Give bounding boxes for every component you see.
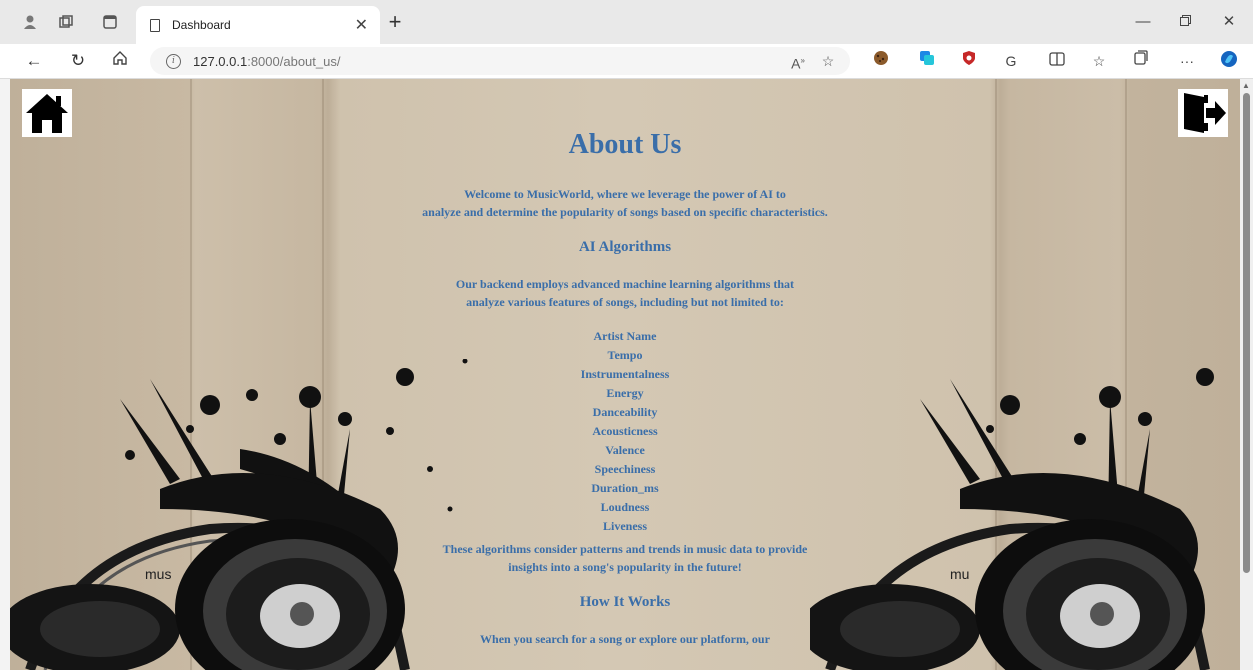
cookie-extension-icon[interactable] — [870, 50, 892, 72]
music-watermark-left: mus — [145, 566, 171, 582]
algorithms-line: Our backend employs advanced machine lea… — [455, 277, 795, 291]
url-text: 127.0.0.1:8000/about_us/ — [193, 53, 341, 69]
home-button[interactable] — [22, 89, 72, 137]
tab-title: Dashboard — [172, 18, 231, 32]
minimize-button[interactable]: — — [1120, 10, 1166, 34]
about-content: About Us Welcome to MusicWorld, where we… — [250, 129, 1000, 664]
more-menu-icon[interactable]: ··· — [1176, 50, 1198, 72]
feature-item: Liveness — [602, 519, 647, 533]
home-icon — [26, 94, 68, 133]
shield-extension-icon[interactable] — [958, 50, 980, 72]
feature-item: Danceability — [592, 405, 658, 419]
how-text: When you search for a song or explore ou… — [480, 632, 770, 646]
address-bar[interactable]: i 127.0.0.1:8000/about_us/ A» ☆ — [150, 47, 850, 75]
feature-item: Duration_ms — [591, 481, 659, 495]
browser-tab-bar: Dashboard ✕ + — ✕ — [0, 0, 1253, 44]
profile-icon[interactable] — [20, 12, 40, 32]
workspaces-icon[interactable] — [56, 12, 76, 32]
close-tab-icon[interactable]: ✕ — [355, 15, 368, 35]
feature-item: Instrumentalness — [580, 367, 670, 381]
scrollbar-thumb[interactable] — [1243, 93, 1250, 573]
collections-icon[interactable] — [1130, 50, 1152, 72]
split-screen-icon[interactable] — [1046, 50, 1068, 72]
page-viewport: mus mu About Us Welcome to MusicWorld, w… — [10, 79, 1240, 670]
patterns-text: These algorithms consider patterns and t… — [250, 540, 1000, 576]
intro-line: Welcome to MusicWorld, where we leverage… — [464, 187, 786, 201]
algorithms-line: analyze various features of songs, inclu… — [466, 295, 784, 309]
site-info-icon[interactable]: i — [166, 53, 181, 69]
scroll-up-arrow-icon[interactable]: ▲ — [1242, 81, 1250, 90]
feature-item: Acousticness — [592, 424, 658, 438]
how-heading: How It Works — [579, 594, 671, 610]
intro-line: analyze and determine the popularity of … — [422, 205, 828, 219]
new-tab-button[interactable]: + — [384, 11, 406, 34]
page-icon — [150, 18, 160, 32]
algorithms-text: Our backend employs advanced machine lea… — [250, 275, 1000, 311]
feature-item: Energy — [606, 386, 644, 400]
read-aloud-icon[interactable]: A» — [786, 47, 810, 75]
feature-item: Speechiness — [594, 462, 656, 476]
page-scrollbar[interactable]: ▲ — [1240, 79, 1253, 670]
back-button[interactable]: ← — [22, 49, 46, 73]
feature-item: Artist Name — [593, 329, 657, 343]
favorite-star-icon[interactable]: ☆ — [816, 47, 840, 75]
tab-actions-icon[interactable] — [100, 12, 120, 32]
copilot-icon[interactable] — [1218, 50, 1240, 72]
page-title: About Us — [568, 129, 682, 160]
feature-item: Loudness — [600, 500, 650, 514]
feature-item: Valence — [605, 443, 645, 457]
feature-item: Tempo — [607, 348, 643, 362]
refresh-button[interactable]: ↻ — [66, 49, 90, 73]
patterns-line: These algorithms consider patterns and t… — [442, 542, 808, 556]
restore-button[interactable] — [1162, 10, 1208, 34]
home-browser-button[interactable] — [108, 49, 132, 73]
browser-tab[interactable]: Dashboard ✕ — [136, 6, 380, 44]
extension-c-icon[interactable]: G — [1000, 50, 1022, 72]
favorites-icon[interactable]: ☆ — [1088, 50, 1110, 72]
algorithms-heading: AI Algorithms — [578, 239, 672, 255]
extension-blue-icon[interactable] — [916, 50, 938, 72]
intro-text: Welcome to MusicWorld, where we leverage… — [250, 185, 1000, 221]
feature-list: Artist Name Tempo Instrumentalness Energ… — [250, 327, 1000, 536]
patterns-line: insights into a song's popularity in the… — [508, 560, 742, 574]
logout-button[interactable] — [1178, 89, 1228, 137]
browser-toolbar: ← ↻ i 127.0.0.1:8000/about_us/ A» ☆ G ☆ … — [0, 44, 1253, 79]
logout-icon — [1184, 93, 1226, 133]
close-window-button[interactable]: ✕ — [1206, 10, 1252, 34]
